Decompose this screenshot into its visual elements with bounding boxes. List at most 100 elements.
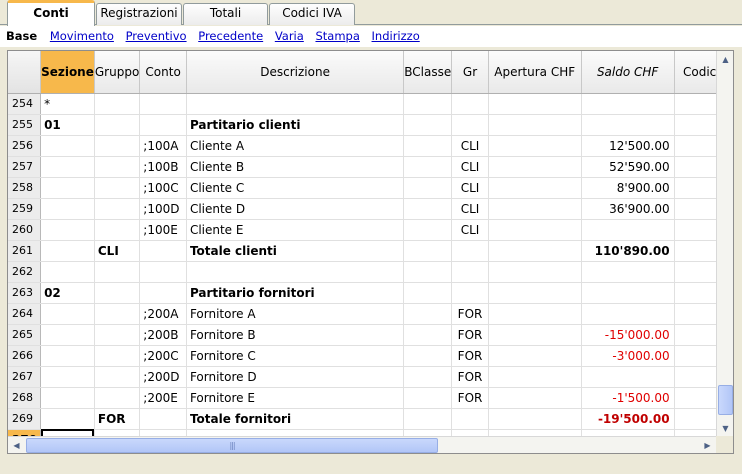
row-number[interactable]: 254 xyxy=(8,93,42,115)
row-number[interactable]: 256 xyxy=(8,135,42,157)
cell-descrizione[interactable]: Fornitore B xyxy=(186,324,405,346)
cell-sezione[interactable] xyxy=(40,198,95,220)
cell-apertura[interactable] xyxy=(488,198,582,220)
cell-gruppo[interactable] xyxy=(94,345,141,367)
cell-saldo[interactable] xyxy=(581,282,675,304)
row-number[interactable]: 267 xyxy=(8,366,42,388)
table-row[interactable]: 254 * xyxy=(8,93,733,115)
cell-descrizione[interactable] xyxy=(186,261,405,283)
cell-conto[interactable]: ;200B xyxy=(139,324,187,346)
cell-gruppo[interactable] xyxy=(94,219,141,241)
cell-descrizione[interactable]: Partitario clienti xyxy=(186,114,405,136)
cell-gruppo[interactable] xyxy=(94,156,141,178)
table-row[interactable]: 263 02 Partitario fornitori xyxy=(8,282,733,304)
table-row[interactable]: 264 ;200A Fornitore A FOR xyxy=(8,303,733,325)
cell-bclasse[interactable] xyxy=(403,324,453,346)
cell-descrizione[interactable]: Fornitore C xyxy=(186,345,405,367)
cell-gr[interactable] xyxy=(451,93,489,115)
cell-sezione[interactable] xyxy=(40,366,95,388)
cell-bclasse[interactable] xyxy=(403,93,453,115)
cell-gr[interactable]: CLI xyxy=(451,219,489,241)
cell-gr[interactable]: CLI xyxy=(451,156,489,178)
cell-saldo[interactable] xyxy=(581,93,675,115)
cell-sezione[interactable] xyxy=(40,324,95,346)
cell-descrizione[interactable]: Totale clienti xyxy=(186,240,405,262)
table-row[interactable]: 267 ;200D Fornitore D FOR xyxy=(8,366,733,388)
view-link-precedente[interactable]: Precedente xyxy=(198,29,263,43)
cell-sezione[interactable] xyxy=(40,177,95,199)
horizontal-scrollbar[interactable]: ◀ ||| ▶ xyxy=(8,436,733,453)
view-link-varia[interactable]: Varia xyxy=(275,29,304,43)
view-base[interactable]: Base xyxy=(6,29,37,43)
cell-apertura[interactable] xyxy=(488,366,582,388)
cell-conto[interactable] xyxy=(139,261,187,283)
cell-saldo[interactable]: -1'500.00 xyxy=(581,387,675,409)
table-row[interactable]: 261 CLI Totale clienti 110'890.00 xyxy=(8,240,733,262)
cell-saldo[interactable]: 36'900.00 xyxy=(581,198,675,220)
cell-gruppo[interactable]: FOR xyxy=(94,408,141,430)
cell-gruppo[interactable] xyxy=(94,387,141,409)
row-number[interactable]: 264 xyxy=(8,303,42,325)
cell-bclasse[interactable] xyxy=(403,408,453,430)
scroll-thumb-vertical[interactable] xyxy=(718,385,733,415)
cell-conto[interactable] xyxy=(139,93,187,115)
row-number[interactable]: 255 xyxy=(8,114,42,136)
cell-descrizione[interactable]: Cliente E xyxy=(186,219,405,241)
cell-gruppo[interactable] xyxy=(94,135,141,157)
cell-bclasse[interactable] xyxy=(403,387,453,409)
scroll-thumb-horizontal[interactable]: ||| xyxy=(26,438,438,453)
view-link-movimento[interactable]: Movimento xyxy=(50,29,114,43)
header-bclasse[interactable]: BClasse xyxy=(403,51,453,94)
cell-conto[interactable]: ;100C xyxy=(139,177,187,199)
cell-sezione[interactable] xyxy=(40,156,95,178)
cell-gruppo[interactable] xyxy=(94,198,141,220)
cell-conto[interactable]: ;200A xyxy=(139,303,187,325)
cell-apertura[interactable] xyxy=(488,114,582,136)
view-link-preventivo[interactable]: Preventivo xyxy=(126,29,187,43)
cell-gruppo[interactable] xyxy=(94,177,141,199)
table-row[interactable]: 258 ;100C Cliente C CLI 8'900.00 xyxy=(8,177,733,199)
row-number[interactable]: 261 xyxy=(8,240,42,262)
cell-gr[interactable] xyxy=(451,282,489,304)
cell-bclasse[interactable] xyxy=(403,261,453,283)
header-corner[interactable] xyxy=(8,51,42,94)
cell-bclasse[interactable] xyxy=(403,198,453,220)
cell-apertura[interactable] xyxy=(488,219,582,241)
cell-descrizione[interactable] xyxy=(186,93,405,115)
cell-gr[interactable]: FOR xyxy=(451,366,489,388)
cell-apertura[interactable] xyxy=(488,156,582,178)
cell-conto[interactable] xyxy=(139,240,187,262)
cell-saldo[interactable] xyxy=(581,303,675,325)
cell-bclasse[interactable] xyxy=(403,240,453,262)
tab-codici-iva[interactable]: Codici IVA xyxy=(269,3,355,25)
cell-apertura[interactable] xyxy=(488,387,582,409)
cell-apertura[interactable] xyxy=(488,324,582,346)
cell-conto[interactable]: ;100A xyxy=(139,135,187,157)
row-number[interactable]: 258 xyxy=(8,177,42,199)
cell-sezione[interactable] xyxy=(40,261,95,283)
cell-saldo[interactable]: -15'000.00 xyxy=(581,324,675,346)
cell-conto[interactable]: ;100E xyxy=(139,219,187,241)
cell-saldo[interactable] xyxy=(581,366,675,388)
cell-sezione[interactable] xyxy=(40,303,95,325)
table-row[interactable]: 268 ;200E Fornitore E FOR -1'500.00 xyxy=(8,387,733,409)
cell-sezione[interactable] xyxy=(40,219,95,241)
cell-gr[interactable] xyxy=(451,114,489,136)
cell-gr[interactable]: CLI xyxy=(451,198,489,220)
row-number[interactable]: 262 xyxy=(8,261,42,283)
cell-saldo[interactable] xyxy=(581,261,675,283)
cell-gr[interactable]: FOR xyxy=(451,387,489,409)
cell-gr[interactable]: CLI xyxy=(451,177,489,199)
cell-gr[interactable] xyxy=(451,408,489,430)
cell-gruppo[interactable] xyxy=(94,93,141,115)
table-row[interactable]: 257 ;100B Cliente B CLI 52'590.00 xyxy=(8,156,733,178)
cell-gruppo[interactable] xyxy=(94,114,141,136)
arrow-left-icon[interactable]: ◀ xyxy=(8,437,25,453)
cell-bclasse[interactable] xyxy=(403,114,453,136)
cell-descrizione[interactable]: Cliente B xyxy=(186,156,405,178)
cell-bclasse[interactable] xyxy=(403,156,453,178)
cell-saldo[interactable]: -19'500.00 xyxy=(581,408,675,430)
table-row[interactable]: 265 ;200B Fornitore B FOR -15'000.00 xyxy=(8,324,733,346)
table-row[interactable]: 260 ;100E Cliente E CLI xyxy=(8,219,733,241)
header-descrizione[interactable]: Descrizione xyxy=(186,51,405,94)
